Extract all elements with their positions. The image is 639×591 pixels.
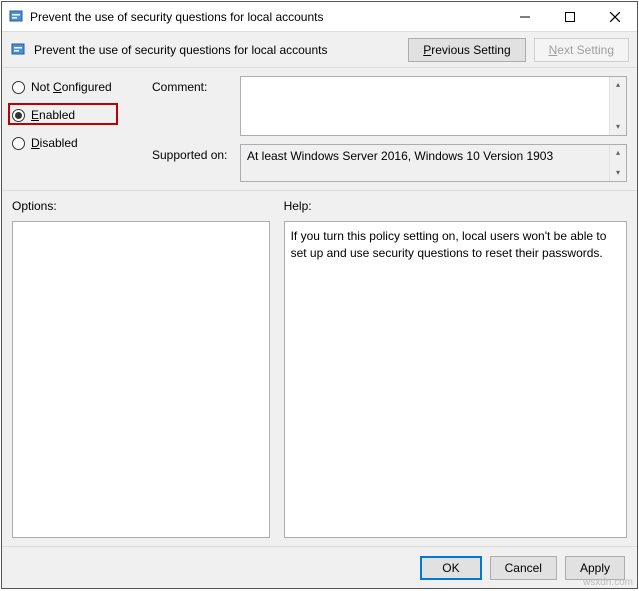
prev-label-rest: revious Setting	[431, 43, 510, 57]
help-section: Help: If you turn this policy setting on…	[284, 199, 627, 538]
cancel-button[interactable]: Cancel	[490, 556, 557, 580]
radio-not-configured-label: Not Configured	[31, 80, 112, 94]
radio-disabled[interactable]: Disabled	[12, 136, 142, 150]
window-controls	[502, 2, 637, 31]
radio-icon	[12, 137, 25, 150]
help-text: If you turn this policy setting on, loca…	[291, 228, 620, 262]
supported-label: Supported on:	[152, 144, 230, 182]
scroll-up-icon: ▴	[616, 77, 620, 93]
toolbar: Prevent the use of security questions fo…	[2, 32, 637, 68]
comment-label: Comment:	[152, 76, 230, 136]
radio-enabled-label: nabled	[39, 108, 75, 122]
scroll-up-icon: ▴	[616, 145, 620, 161]
minimize-button[interactable]	[502, 2, 547, 31]
comment-row: Comment: ▴ ▾	[152, 76, 627, 136]
comment-field-wrap: ▴ ▾	[240, 76, 627, 136]
radio-disabled-label: isabled	[40, 136, 78, 150]
previous-setting-button[interactable]: Previous Setting	[408, 38, 525, 62]
config-area: Not Configured Enabled Disabled Comment:…	[2, 68, 637, 182]
options-section: Options:	[12, 199, 270, 538]
help-label: Help:	[284, 199, 627, 213]
window-title: Prevent the use of security questions fo…	[30, 10, 502, 24]
next-label-rest: ext Setting	[557, 43, 614, 57]
radio-not-configured[interactable]: Not Configured	[12, 80, 142, 94]
next-setting-button[interactable]: Next Setting	[534, 38, 629, 62]
radio-icon	[12, 81, 25, 94]
maximize-button[interactable]	[547, 2, 592, 31]
supported-value: At least Windows Server 2016, Windows 10…	[241, 145, 609, 181]
details-area: Options: Help: If you turn this policy s…	[2, 190, 637, 546]
toolbar-title: Prevent the use of security questions fo…	[34, 43, 400, 57]
apply-button[interactable]: Apply	[565, 556, 625, 580]
form-column: Comment: ▴ ▾ Supported on: At least Wind…	[152, 76, 627, 182]
scrollbar[interactable]: ▴ ▾	[609, 77, 626, 135]
comment-input[interactable]	[241, 77, 609, 135]
radio-group: Not Configured Enabled Disabled	[12, 76, 142, 182]
scroll-down-icon: ▾	[616, 119, 620, 135]
scroll-down-icon: ▾	[616, 165, 620, 181]
footer: OK Cancel Apply	[2, 546, 637, 588]
scrollbar[interactable]: ▴ ▾	[609, 145, 626, 181]
ok-button[interactable]: OK	[420, 556, 481, 580]
close-button[interactable]	[592, 2, 637, 31]
radio-enabled[interactable]: Enabled	[12, 108, 142, 122]
titlebar: Prevent the use of security questions fo…	[2, 2, 637, 32]
supported-field-wrap: At least Windows Server 2016, Windows 10…	[240, 144, 627, 182]
radio-icon	[12, 109, 25, 122]
options-box[interactable]	[12, 221, 270, 538]
policy-icon	[10, 42, 26, 58]
help-box: If you turn this policy setting on, loca…	[284, 221, 627, 538]
dialog-window: Prevent the use of security questions fo…	[1, 1, 638, 589]
supported-row: Supported on: At least Windows Server 20…	[152, 144, 627, 182]
policy-icon	[8, 9, 24, 25]
options-label: Options:	[12, 199, 270, 213]
